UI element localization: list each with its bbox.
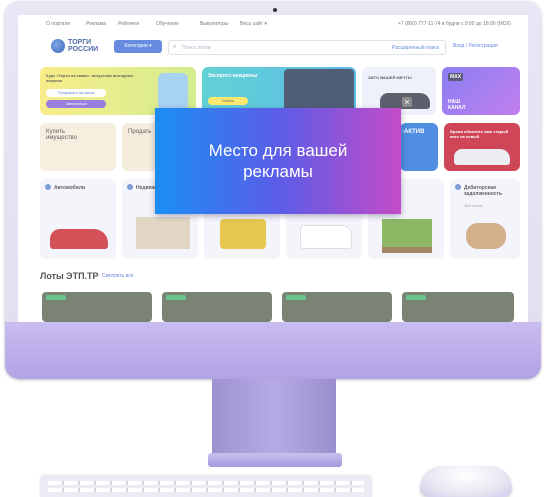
webcam (273, 8, 277, 12)
monitor-stand (212, 379, 336, 455)
keyboard (40, 476, 372, 497)
mouse (420, 466, 512, 497)
ad-text: Место для вашей рекламы (208, 141, 348, 181)
monitor-stand-base (208, 453, 342, 467)
ad-banner[interactable]: Место для вашей рекламы (155, 108, 401, 214)
close-icon[interactable]: × (402, 97, 412, 107)
keyboard-keys-row (48, 481, 364, 485)
monitor-chin (5, 322, 541, 379)
keyboard-keys-row (48, 488, 364, 492)
